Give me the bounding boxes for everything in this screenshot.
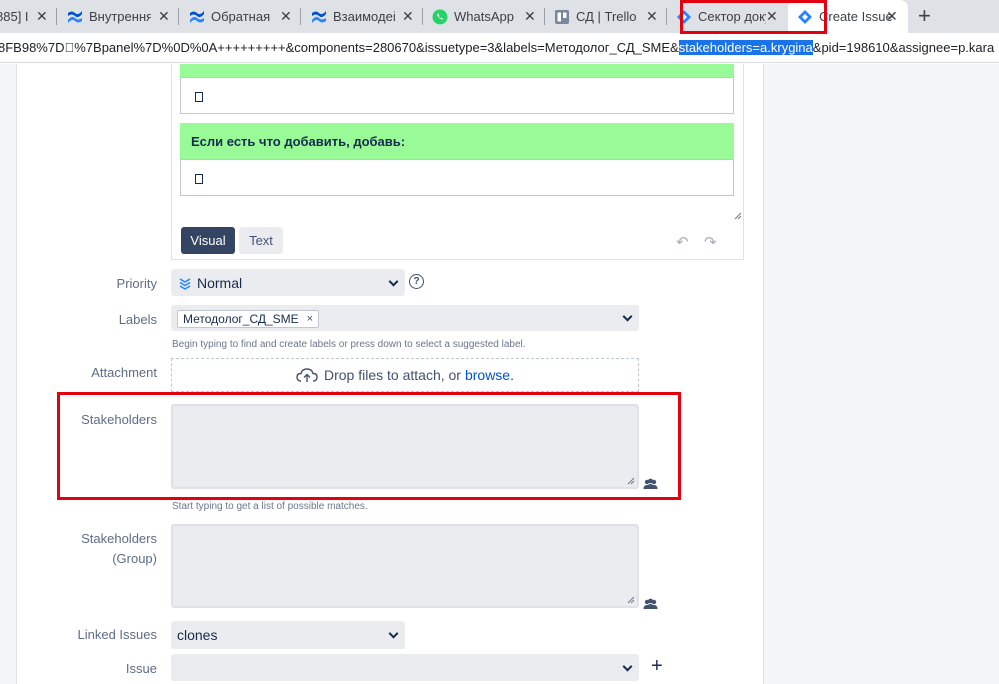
priority-normal-icon (179, 277, 191, 290)
tab-4[interactable]: Взаимодейс ✕ (301, 0, 422, 33)
issue-select[interactable] (171, 654, 639, 681)
people-icon[interactable] (643, 598, 658, 610)
tab-5[interactable]: WhatsApp ✕ (423, 0, 544, 33)
labels-label: Labels (118, 312, 157, 327)
stakeholders-group-label-line2: (Group) (112, 551, 157, 566)
chevron-down-icon (622, 311, 633, 322)
url-suffix: &pid=198610&assignee=p.kara (812, 40, 995, 55)
placeholder-glyph (195, 92, 203, 102)
editor-cell[interactable] (180, 159, 734, 196)
redo-icon[interactable]: ↷ (704, 233, 717, 251)
tab-close-icon[interactable]: ✕ (36, 8, 48, 25)
cloud-upload-icon (296, 368, 318, 382)
priority-value: Normal (197, 274, 243, 291)
stakeholders-group-input[interactable] (171, 524, 639, 608)
stakeholders-highlight-annotation (57, 392, 681, 500)
attachment-dropzone[interactable]: Drop files to attach, or browse. (171, 358, 639, 392)
resize-grip-icon[interactable] (627, 596, 635, 604)
text-mode-button[interactable]: Text (239, 227, 283, 254)
priority-select[interactable]: Normal (171, 269, 405, 296)
remove-label-icon[interactable]: × (307, 313, 313, 325)
tab-close-icon[interactable]: ✕ (402, 8, 414, 25)
editor-section-header: Если есть что добавить, добавь: (180, 123, 734, 159)
stakeholders-group-label-line1: Stakeholders (81, 531, 157, 546)
new-tab-button[interactable]: + (918, 3, 931, 29)
resize-grip-icon[interactable] (734, 212, 742, 220)
labels-hint: Begin typing to find and create labels o… (172, 339, 526, 350)
issue-label: Issue (125, 661, 157, 676)
priority-label: Priority (116, 276, 157, 291)
placeholder-glyph (195, 174, 203, 184)
tab-label: СД | Trello (576, 9, 637, 24)
confluence-icon (312, 10, 326, 23)
tab-label: Внутренняя (89, 9, 151, 24)
confluence-icon (190, 10, 204, 23)
tab-1[interactable]: 885] I ✕ (0, 0, 56, 33)
dropzone-text: Drop files to attach, or (324, 367, 461, 383)
address-bar[interactable]: 8FB98%7D %7Bpanel%7D%0D%0A+++++++++&comp… (0, 33, 999, 63)
url-highlight-annotation (680, 0, 827, 34)
url-text[interactable]: 8FB98%7D %7Bpanel%7D%0D%0A+++++++++&comp… (0, 40, 994, 55)
tab-label: Обратная с (211, 9, 273, 24)
label-chip: Методолог_СД_SME × (177, 310, 320, 328)
tab-label: 885] I (0, 9, 29, 24)
confluence-icon (68, 10, 82, 23)
tab-close-icon[interactable]: ✕ (524, 8, 536, 25)
tab-2[interactable]: Внутренняя ✕ (57, 0, 178, 33)
tab-close-icon[interactable]: ✕ (280, 8, 292, 25)
browse-link[interactable]: browse. (465, 367, 514, 383)
tab-close-icon[interactable]: ✕ (158, 8, 170, 25)
tab-3[interactable]: Обратная с ✕ (179, 0, 300, 33)
attachment-label: Attachment (91, 365, 157, 380)
browser-tab-strip: 885] I ✕ Внутренняя ✕ Обратная с ✕ Взаим… (0, 0, 999, 33)
editor-cell[interactable] (180, 77, 734, 114)
stakeholders-group-label: Stakeholders (Group) (7, 530, 157, 568)
whatsapp-icon (432, 9, 448, 24)
linked-issues-value: clones (177, 627, 218, 643)
url-prefix: 8FB98%7D %7Bpanel%7D%0D%0A+++++++++&comp… (0, 40, 679, 55)
editor-prev-section-header (180, 64, 734, 77)
linked-issues-label: Linked Issues (77, 627, 158, 642)
trello-icon (555, 9, 569, 24)
chevron-down-icon (388, 276, 399, 287)
linked-issues-select[interactable]: clones (171, 621, 405, 649)
tab-6[interactable]: СД | Trello ✕ (545, 0, 666, 33)
chevron-down-icon (622, 661, 633, 672)
tab-label: Create Issue (819, 9, 893, 24)
undo-icon[interactable]: ↶ (676, 233, 689, 251)
url-selection: stakeholders=a.krygina (678, 40, 813, 55)
tab-label: WhatsApp (454, 9, 514, 24)
visual-mode-button[interactable]: Visual (181, 227, 235, 254)
stakeholders-hint: Start typing to get a list of possible m… (172, 501, 368, 512)
label-chip-text: Методолог_СД_SME (183, 312, 299, 326)
help-icon[interactable]: ? (409, 274, 424, 289)
tab-label: Взаимодейс (333, 9, 395, 24)
add-issue-button[interactable]: + (651, 655, 663, 678)
chevron-down-icon (388, 628, 399, 639)
tab-close-icon[interactable]: ✕ (886, 8, 898, 25)
tab-close-icon[interactable]: ✕ (646, 8, 658, 25)
